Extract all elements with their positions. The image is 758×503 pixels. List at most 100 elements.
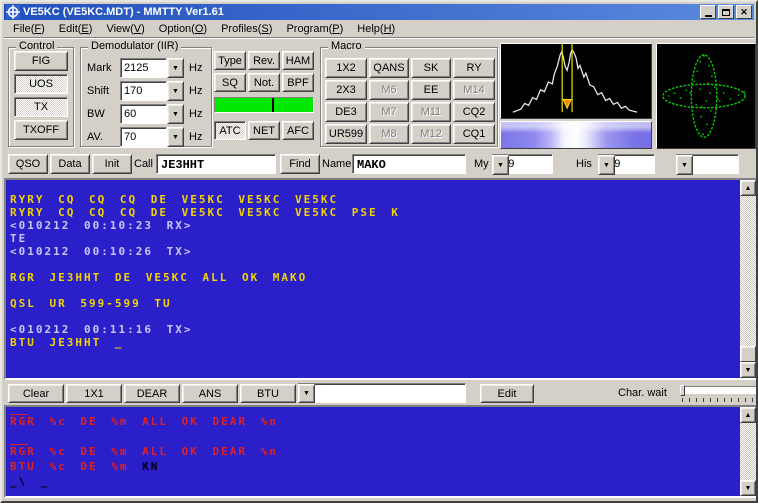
not-button[interactable]: Not. [248,73,280,92]
shift-value[interactable]: 170 [120,81,167,101]
terminal-text: KN [142,460,159,473]
bw-label: BW [87,108,120,120]
rx-scrollbar-thumb[interactable] [740,346,756,362]
macro-m7-button: M7 [369,102,409,122]
ans-button[interactable]: ANS [182,384,238,403]
title-bar[interactable]: VE5KC (VE5KC.MDT) - MMTTY Ver1.61 ✕ [4,4,754,20]
terminal-text: TE [10,232,27,245]
my-rst-combo[interactable]: 599 ▼ [492,154,570,174]
menu-file[interactable]: File(F) [6,22,52,36]
macro-sk-button[interactable]: SK [411,58,451,78]
macro-m12-button: M12 [411,124,451,144]
bw-combo[interactable]: 60▼ [120,104,184,124]
macro-qans-button[interactable]: QANS [369,58,409,78]
shift-combo[interactable]: 170▼ [120,81,184,101]
macro-cq2-button[interactable]: CQ2 [453,102,495,122]
menu-program[interactable]: Program(P) [279,22,350,36]
rev-button[interactable]: Rev. [248,51,280,70]
bpf-button[interactable]: BPF [282,73,314,92]
data-button[interactable]: Data [50,154,90,174]
dear-button[interactable]: DEAR [124,384,180,403]
macro-2x3-button[interactable]: 2X3 [325,80,367,100]
net-button[interactable]: NET [248,121,280,140]
chevron-down-icon[interactable]: ▼ [676,155,693,175]
macro-ur599-button[interactable]: UR599 [325,124,367,144]
init-button[interactable]: Init [92,154,132,174]
char-wait-slider[interactable] [680,385,758,402]
ham-button[interactable]: HAM [282,51,314,70]
find-button[interactable]: Find [280,154,320,174]
scroll-down-icon[interactable]: ▼ [740,480,756,496]
menu-edit[interactable]: Edit(E) [52,22,100,36]
scroll-up-icon[interactable]: ▲ [740,407,756,423]
terminal-text: R %c DE %m ALL OK DEAR %n [27,415,278,428]
mark-combo[interactable]: 2125▼ [120,58,184,78]
rx-scrollbar[interactable]: ▲ ▼ [740,180,756,378]
1x1-button[interactable]: 1X1 [66,384,122,403]
terminal-text: <010212 00:10:26 TX> [10,245,192,258]
fig-button[interactable]: FIG [14,51,68,71]
name-input[interactable] [352,154,466,174]
av-combo[interactable]: 70▼ [120,127,184,147]
sq-button[interactable]: SQ [214,73,246,92]
minimize-button[interactable] [700,5,716,19]
terminal-text: _ [115,336,124,349]
tx-button[interactable]: TX [14,97,68,117]
close-button[interactable]: ✕ [736,5,752,19]
terminal-line: RGR %c DE %m ALL OK DEAR %n [10,444,738,459]
tx-scrollbar[interactable]: ▲ ▼ [740,407,756,496]
tx-terminal[interactable]: RGR %c DE %m ALL OK DEAR %n RGR %c DE %m… [4,405,758,498]
call-input[interactable] [156,154,276,174]
edit-button[interactable]: Edit [480,384,534,403]
chevron-down-icon[interactable]: ▼ [167,58,184,78]
clear-button[interactable]: Clear [8,384,64,403]
type-button[interactable]: Type [214,51,246,70]
macro-select-value[interactable] [298,383,466,403]
chevron-down-icon[interactable]: ▼ [167,127,184,147]
terminal-text: RGR JE3HHT DE VE5KC ALL OK MAKO [10,271,307,284]
chevron-down-icon[interactable]: ▼ [167,81,184,101]
txoff-button[interactable]: TXOFF [14,120,68,140]
scroll-up-icon[interactable]: ▲ [740,180,756,196]
scope-crosshair-icon[interactable] [6,5,20,19]
av-label: AV. [87,131,120,143]
chevron-down-icon[interactable]: ▼ [598,155,615,175]
maximize-button[interactable] [718,5,734,19]
band-combo[interactable]: 14 ▼ [676,154,756,174]
scroll-down-icon[interactable]: ▼ [740,362,756,378]
bw-value[interactable]: 60 [120,104,167,124]
macro-select-combo[interactable]: ▼ [298,383,466,403]
macro-ee-button[interactable]: EE [411,80,451,100]
squelch-level-bar[interactable] [214,97,314,113]
char-wait-slider-thumb[interactable] [680,385,685,396]
macro-ry-button[interactable]: RY [453,58,495,78]
terminal-line: RYRY CQ CQ CQ DE VE5KC VE5KC VE5KC PSE K [10,206,738,219]
mark-unit-label: Hz [189,62,202,74]
menu-option[interactable]: Option(O) [152,22,214,36]
macro-de3-button[interactable]: DE3 [325,102,367,122]
terminal-line: _\ _ [10,474,738,489]
av-value[interactable]: 70 [120,127,167,147]
mark-value[interactable]: 2125 [120,58,167,78]
menu-help[interactable]: Help(H) [350,22,402,36]
demodulator-group: Demodulator (IIR) Mark2125▼HzShift170▼Hz… [80,47,212,147]
rx-terminal[interactable]: RYRY CQ CQ CQ DE VE5KC VE5KC VE5KCRYRY C… [4,178,758,380]
his-rst-combo[interactable]: 599 ▼ [598,154,672,174]
menu-view[interactable]: View(V) [99,22,151,36]
qso-button[interactable]: QSO [8,154,48,174]
btu-button[interactable]: BTU [240,384,296,403]
waterfall-display[interactable] [500,121,652,149]
char-wait-slider-ticks [682,398,756,402]
uos-button[interactable]: UOS [14,74,68,94]
menu-profiles[interactable]: Profiles(S) [214,22,279,36]
chevron-down-icon[interactable]: ▼ [167,104,184,124]
chevron-down-icon[interactable]: ▼ [492,155,509,175]
afc-button[interactable]: AFC [282,121,314,140]
fft-spectrum-display[interactable] [500,43,652,119]
macro-1x2-button[interactable]: 1X2 [325,58,367,78]
macro-cq1-button[interactable]: CQ1 [453,124,495,144]
atc-button[interactable]: ATC [214,121,246,140]
control-group: Control FIGUOSTXTXOFF [8,47,74,147]
chevron-down-icon[interactable]: ▼ [298,384,315,403]
char-wait-slider-groove[interactable] [680,386,758,394]
